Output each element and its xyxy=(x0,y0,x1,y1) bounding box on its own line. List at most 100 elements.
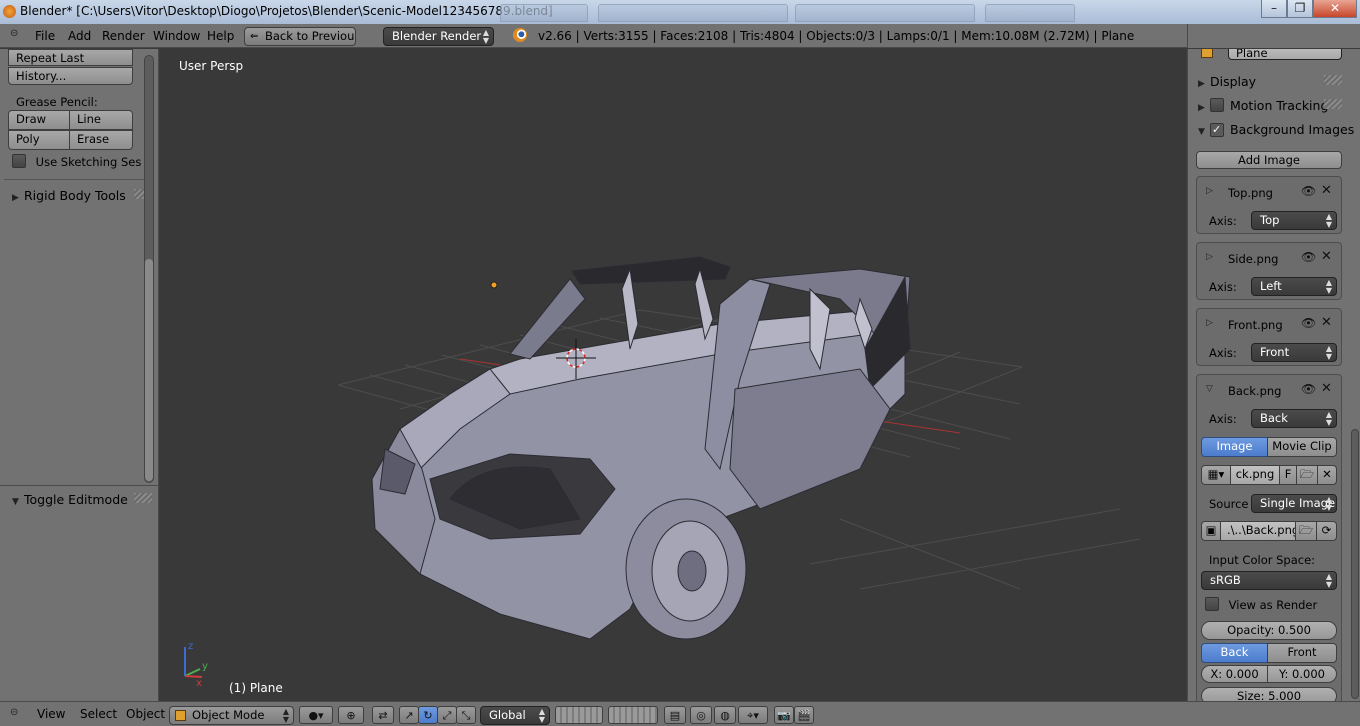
axis-select[interactable]: Front ▲ ▼ xyxy=(1251,343,1337,362)
eye-icon[interactable]: 👁 xyxy=(1301,184,1316,198)
remove-icon[interactable]: ✕ xyxy=(1321,315,1332,330)
render-animation-icon[interactable]: 🎬 xyxy=(794,706,814,724)
back-to-previous-button[interactable]: ⇐ Back to Previous xyxy=(244,27,356,46)
disclosure-right-icon[interactable]: ▷ xyxy=(1206,318,1218,328)
eye-icon[interactable]: 👁 xyxy=(1301,382,1316,396)
manipulator-toggle-icon[interactable]: ⇄ xyxy=(372,706,394,724)
axis-select[interactable]: Back ▲ ▼ xyxy=(1251,409,1337,428)
erase-button[interactable]: Erase xyxy=(69,130,133,150)
fake-user-button[interactable]: F xyxy=(1279,465,1297,485)
disclosure-right-icon: ▶ xyxy=(12,193,19,203)
layer-buttons[interactable] xyxy=(555,706,603,724)
open-folder-icon[interactable]: 🗁 xyxy=(1296,465,1318,485)
color-space-select[interactable]: sRGB ▲ ▼ xyxy=(1201,571,1337,590)
poly-button[interactable]: Poly xyxy=(8,130,70,150)
repeat-last-button[interactable]: Repeat Last xyxy=(8,49,133,66)
updown-arrows-icon: ▲ ▼ xyxy=(282,707,289,724)
manipulator-space-icon[interactable]: ⤡ xyxy=(456,706,476,724)
scene-statistics: v2.66 | Verts:3155 | Faces:2108 | Tris:4… xyxy=(538,29,1135,43)
axis-x-label: x xyxy=(196,678,202,689)
image-browse-icon[interactable]: ▦▾ xyxy=(1201,465,1231,485)
scrollbar-thumb[interactable] xyxy=(145,259,153,481)
browse-folder-icon[interactable]: 🗁 xyxy=(1295,521,1317,541)
menu-view[interactable]: View xyxy=(37,707,65,721)
remove-icon[interactable]: ✕ xyxy=(1321,381,1332,396)
maximize-button[interactable]: ❐ xyxy=(1287,0,1313,18)
menu-file[interactable]: File xyxy=(35,29,55,43)
draw-front-option[interactable]: Front xyxy=(1267,643,1337,663)
background-images-panel-header[interactable]: ▼ Background Images xyxy=(1198,122,1354,137)
axis-select[interactable]: Left ▲ ▼ xyxy=(1251,277,1337,296)
panel-grip-icon[interactable] xyxy=(134,493,152,503)
mode-select[interactable]: Object Mode ▲ ▼ xyxy=(169,706,294,725)
render-engine-select[interactable]: Blender Render ▲ ▼ xyxy=(383,27,494,46)
toggle-editmode-panel-header[interactable]: ▼ Toggle Editmode xyxy=(12,492,128,507)
remove-icon[interactable]: ✕ xyxy=(1321,249,1332,264)
object-name-field[interactable]: Plane xyxy=(1228,49,1342,60)
display-panel-header[interactable]: ▶ Display xyxy=(1198,74,1256,89)
menu-help[interactable]: Help xyxy=(207,29,234,43)
image-datablock-selector[interactable]: ▦▾ ck.png F 🗁 ✕ xyxy=(1201,465,1337,485)
remove-icon[interactable]: ✕ xyxy=(1321,183,1332,198)
history-button[interactable]: History... xyxy=(8,67,133,85)
translate-manipulator-icon[interactable]: ↗ xyxy=(399,706,419,724)
image-datablock-name[interactable]: ck.png xyxy=(1230,465,1280,485)
movie-clip-source-tab[interactable]: Movie Clip xyxy=(1267,437,1337,457)
close-button[interactable]: ✕ xyxy=(1313,0,1357,18)
opacity-slider[interactable]: Opacity: 0.500 xyxy=(1201,621,1337,640)
snap-icon[interactable]: ⌖▾ xyxy=(738,706,768,724)
scale-manipulator-icon[interactable]: ⤢ xyxy=(437,706,457,724)
viewport-shading-icon[interactable]: ●▾ xyxy=(299,706,333,724)
disclosure-right-icon[interactable]: ▷ xyxy=(1206,186,1218,196)
rigid-body-tools-panel-header[interactable]: ▶ Rigid Body Tools xyxy=(12,188,126,203)
transform-orientation-select[interactable]: Global ▲ ▼ xyxy=(480,706,550,725)
falloff-icon[interactable]: ◍ xyxy=(714,706,736,724)
panel-grip-icon[interactable] xyxy=(1324,99,1342,109)
render-still-icon[interactable]: 📷 xyxy=(774,706,794,724)
axis-select[interactable]: Top ▲ ▼ xyxy=(1251,211,1337,230)
updown-arrows-icon: ▲ ▼ xyxy=(1325,212,1332,229)
eye-icon[interactable]: 👁 xyxy=(1301,250,1316,264)
image-name: Front.png xyxy=(1228,318,1283,332)
3d-viewport[interactable]: User Persp z y x (1) Plane xyxy=(160,49,1186,701)
draw-button[interactable]: Draw xyxy=(8,110,70,130)
disclosure-down-icon[interactable]: ▽ xyxy=(1206,384,1218,394)
editor-type-icon[interactable]: ⊝ xyxy=(10,707,18,718)
view-as-render-checkbox[interactable]: View as Render xyxy=(1205,597,1341,613)
use-sketching-checkbox[interactable]: Use Sketching Sessi xyxy=(12,154,142,170)
menu-add[interactable]: Add xyxy=(68,29,91,43)
layer-buttons[interactable] xyxy=(608,706,658,724)
motion-tracking-panel-header[interactable]: ▶ Motion Tracking xyxy=(1198,98,1328,113)
proportional-edit-icon[interactable]: ◎ xyxy=(690,706,712,724)
menu-render[interactable]: Render xyxy=(102,29,145,43)
lock-layers-icon[interactable]: ▤ xyxy=(664,706,686,724)
add-image-button[interactable]: Add Image xyxy=(1196,151,1342,169)
menu-select[interactable]: Select xyxy=(80,707,117,721)
file-icon: ▣ xyxy=(1201,521,1221,541)
menu-window[interactable]: Window xyxy=(153,29,200,43)
scene-canvas[interactable]: z y x xyxy=(160,49,1186,701)
image-source-tab[interactable]: Image xyxy=(1201,437,1268,457)
motion-tracking-checkbox[interactable] xyxy=(1210,98,1224,112)
menu-object[interactable]: Object xyxy=(126,707,165,721)
panel-grip-icon[interactable] xyxy=(1324,75,1342,85)
background-images-checkbox[interactable] xyxy=(1210,123,1224,137)
properties-scrollbar[interactable] xyxy=(1351,429,1359,699)
background-window-tab xyxy=(598,4,788,22)
minimize-button[interactable]: – xyxy=(1261,0,1287,18)
size-field[interactable]: Size: 5.000 xyxy=(1201,687,1337,701)
source-select[interactable]: Single Image ▲ ▼ xyxy=(1251,494,1337,513)
line-button[interactable]: Line xyxy=(69,110,133,130)
filepath-field[interactable]: .\..\Back.png xyxy=(1220,521,1296,541)
editor-type-icon[interactable]: ⊝ xyxy=(10,28,18,39)
draw-back-option[interactable]: Back xyxy=(1201,643,1268,663)
y-offset-field[interactable]: Y: 0.000 xyxy=(1267,665,1337,683)
axis-label: Axis: xyxy=(1209,214,1237,228)
x-offset-field[interactable]: X: 0.000 xyxy=(1201,665,1268,683)
eye-icon[interactable]: 👁 xyxy=(1301,316,1316,330)
unlink-icon[interactable]: ✕ xyxy=(1317,465,1337,485)
pivot-point-icon[interactable]: ⊕ xyxy=(338,706,364,724)
disclosure-right-icon[interactable]: ▷ xyxy=(1206,252,1218,262)
reload-icon[interactable]: ⟳ xyxy=(1316,521,1337,541)
rotate-manipulator-icon[interactable]: ↻ xyxy=(418,706,438,724)
